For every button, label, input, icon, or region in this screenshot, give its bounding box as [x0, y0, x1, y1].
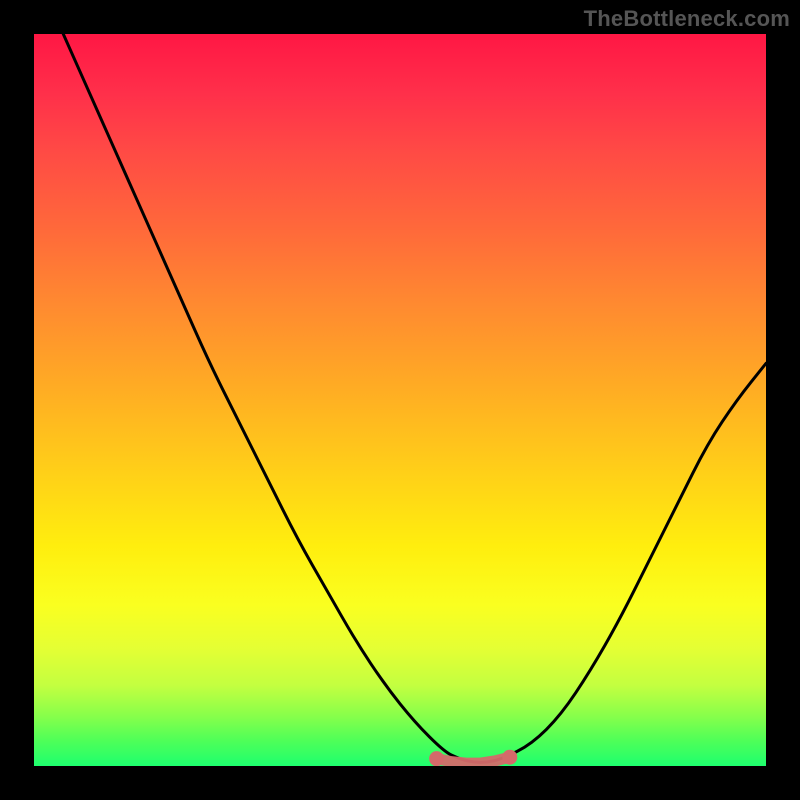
chart-svg [34, 34, 766, 766]
bottleneck-curve [63, 34, 766, 762]
optimal-band-stroke [437, 757, 510, 763]
optimal-band-markers [429, 750, 517, 766]
bottleneck-curve-path [63, 34, 766, 762]
watermark-text: TheBottleneck.com [584, 6, 790, 32]
optimal-band-endpoint [429, 751, 444, 766]
optimal-band-endpoint [502, 750, 517, 765]
chart-frame: TheBottleneck.com [0, 0, 800, 800]
plot-area [34, 34, 766, 766]
